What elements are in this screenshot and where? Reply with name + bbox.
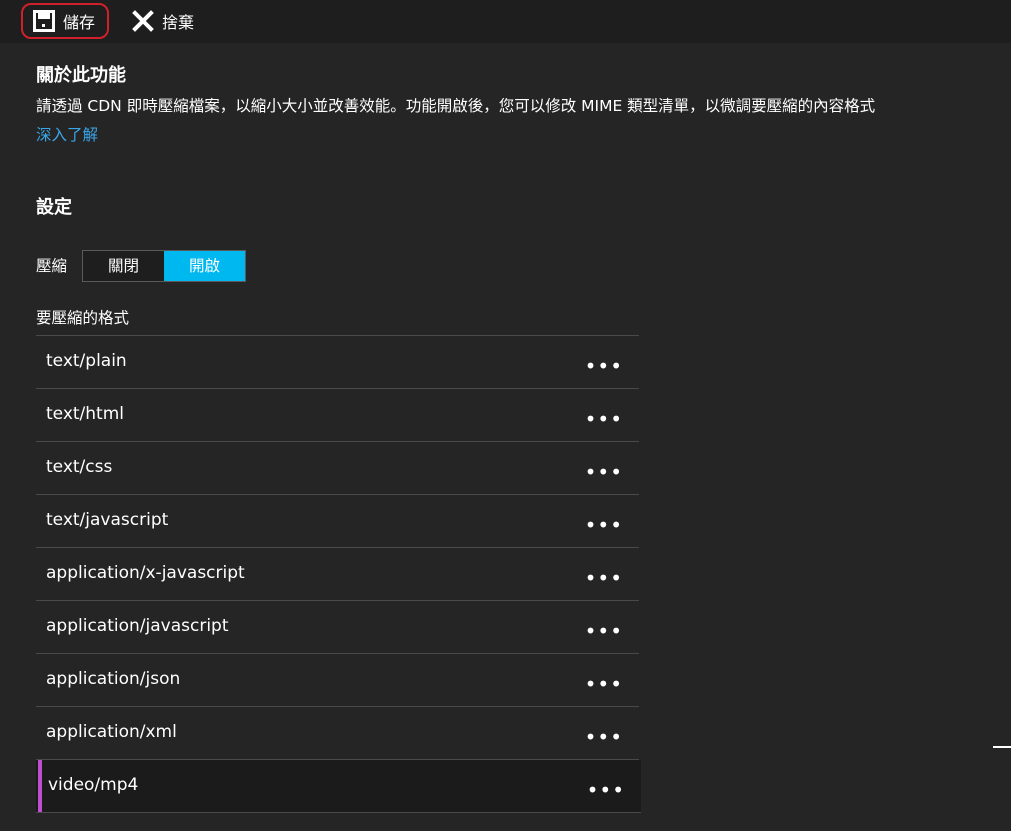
more-options-icon[interactable]: ••• xyxy=(585,356,623,376)
list-item-editing[interactable]: video/mp4 ••• xyxy=(36,760,641,813)
learn-more-link[interactable]: 深入了解 xyxy=(36,123,98,145)
list-item[interactable]: application/xml ••• xyxy=(36,707,639,760)
format-text: text/html xyxy=(46,404,125,424)
more-options-icon[interactable]: ••• xyxy=(585,727,623,747)
formats-label: 要壓縮的格式 xyxy=(36,309,130,327)
format-text: application/xml xyxy=(46,722,177,742)
close-icon xyxy=(132,10,154,32)
command-bar: 儲存 捨棄 xyxy=(0,0,1011,43)
divider xyxy=(993,746,1011,748)
discard-label: 捨棄 xyxy=(162,13,195,32)
format-list: text/plain ••• text/html ••• text/css ••… xyxy=(36,335,641,813)
save-label: 儲存 xyxy=(63,13,96,32)
list-item[interactable]: text/javascript ••• xyxy=(36,495,639,548)
more-options-icon[interactable]: ••• xyxy=(585,515,623,535)
save-button[interactable]: 儲存 xyxy=(21,3,109,39)
compression-toggle: 關閉 開啟 xyxy=(82,250,246,282)
more-options-icon[interactable]: ••• xyxy=(585,409,623,429)
format-text: text/css xyxy=(46,457,113,477)
more-options-icon[interactable]: ••• xyxy=(585,621,623,641)
format-text: video/mp4 xyxy=(48,775,139,795)
about-description: 請透過 CDN 即時壓縮檔案，以縮小大小並改善效能。功能開啟後，您可以修改 MI… xyxy=(36,97,876,115)
format-text: application/json xyxy=(46,669,181,689)
more-options-icon[interactable]: ••• xyxy=(585,568,623,588)
compression-label: 壓縮 xyxy=(36,257,68,275)
save-icon xyxy=(33,10,55,32)
more-options-icon[interactable]: ••• xyxy=(585,462,623,482)
list-item[interactable]: text/css ••• xyxy=(36,442,639,495)
compression-off-option[interactable]: 關閉 xyxy=(83,251,164,281)
format-text: application/x-javascript xyxy=(46,563,245,583)
format-text: text/javascript xyxy=(46,510,169,530)
list-item[interactable]: text/html ••• xyxy=(36,389,639,442)
format-text: application/javascript xyxy=(46,616,229,636)
compression-on-option[interactable]: 開啟 xyxy=(164,251,245,281)
list-item[interactable]: text/plain ••• xyxy=(36,336,639,389)
list-item[interactable]: application/x-javascript ••• xyxy=(36,548,639,601)
settings-title: 設定 xyxy=(36,197,72,218)
more-options-icon[interactable]: ••• xyxy=(585,674,623,694)
list-item[interactable]: application/json ••• xyxy=(36,654,639,707)
format-text: text/plain xyxy=(46,351,127,371)
about-title: 關於此功能 xyxy=(36,65,126,86)
discard-button[interactable]: 捨棄 xyxy=(132,3,194,39)
more-options-icon[interactable]: ••• xyxy=(587,780,625,800)
list-item[interactable]: application/javascript ••• xyxy=(36,601,639,654)
